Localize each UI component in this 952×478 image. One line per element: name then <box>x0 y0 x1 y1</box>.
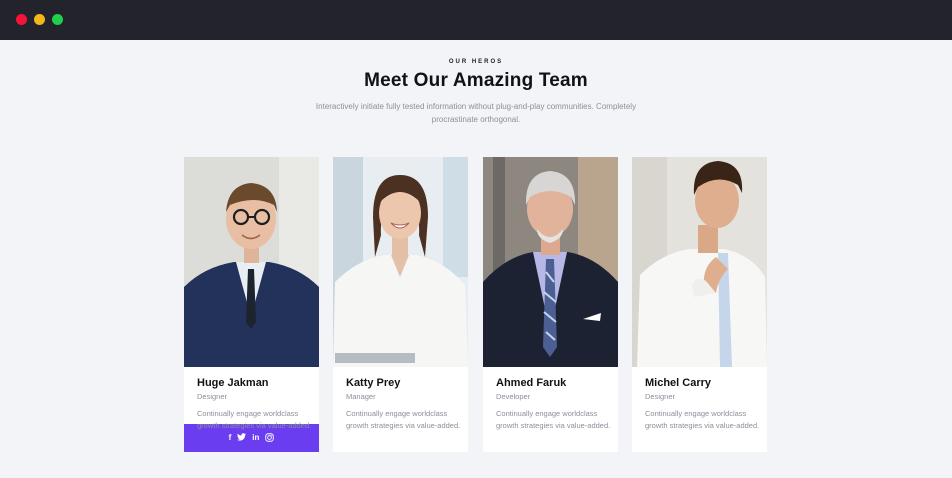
team-member-bio: Continually engage worldclass growth str… <box>496 409 611 430</box>
team-member-role: Manager <box>346 392 376 401</box>
team-member-name: Ahmed Faruk <box>496 377 567 389</box>
team-member-bio: Continually engage worldclass growth str… <box>645 409 760 430</box>
section-title: Meet Our Amazing Team <box>364 70 588 91</box>
team-member-role: Designer <box>197 392 228 401</box>
section-eyebrow: OUR HEROS <box>448 59 504 65</box>
team-member-name: Huge Jakman <box>197 377 269 389</box>
maximize-window-button[interactable] <box>52 14 63 25</box>
team-member-role: Designer <box>645 392 676 401</box>
section-intro: Interactively initiate fully tested info… <box>315 102 637 124</box>
close-window-button[interactable] <box>16 14 27 25</box>
team-member-bio: Continually engage worldclass growth str… <box>197 409 312 430</box>
team-member-name: Michel Carry <box>645 377 712 389</box>
team-card-katty-prey[interactable]: Katty Prey Manager Continually engage wo… <box>333 157 468 452</box>
team-member-photo <box>333 157 468 367</box>
window-titlebar <box>0 0 952 40</box>
team-card-huge-jakman[interactable]: f in Huge Jakman Designer Continually en… <box>184 157 319 452</box>
facebook-icon[interactable]: f <box>229 434 232 442</box>
team-card-michel-carry[interactable]: Michel Carry Designer Continually engage… <box>632 157 767 452</box>
team-member-role: Developer <box>496 392 531 401</box>
team-card-ahmed-faruk[interactable]: Ahmed Faruk Developer Continually engage… <box>483 157 618 452</box>
minimize-window-button[interactable] <box>34 14 45 25</box>
team-member-photo <box>632 157 767 367</box>
linkedin-icon[interactable]: in <box>252 434 259 442</box>
team-member-name: Katty Prey <box>346 377 401 389</box>
team-member-bio: Continually engage worldclass growth str… <box>346 409 461 430</box>
instagram-icon[interactable] <box>265 432 275 444</box>
team-member-photo <box>483 157 618 367</box>
twitter-icon[interactable] <box>237 433 247 443</box>
team-member-photo <box>184 157 319 367</box>
